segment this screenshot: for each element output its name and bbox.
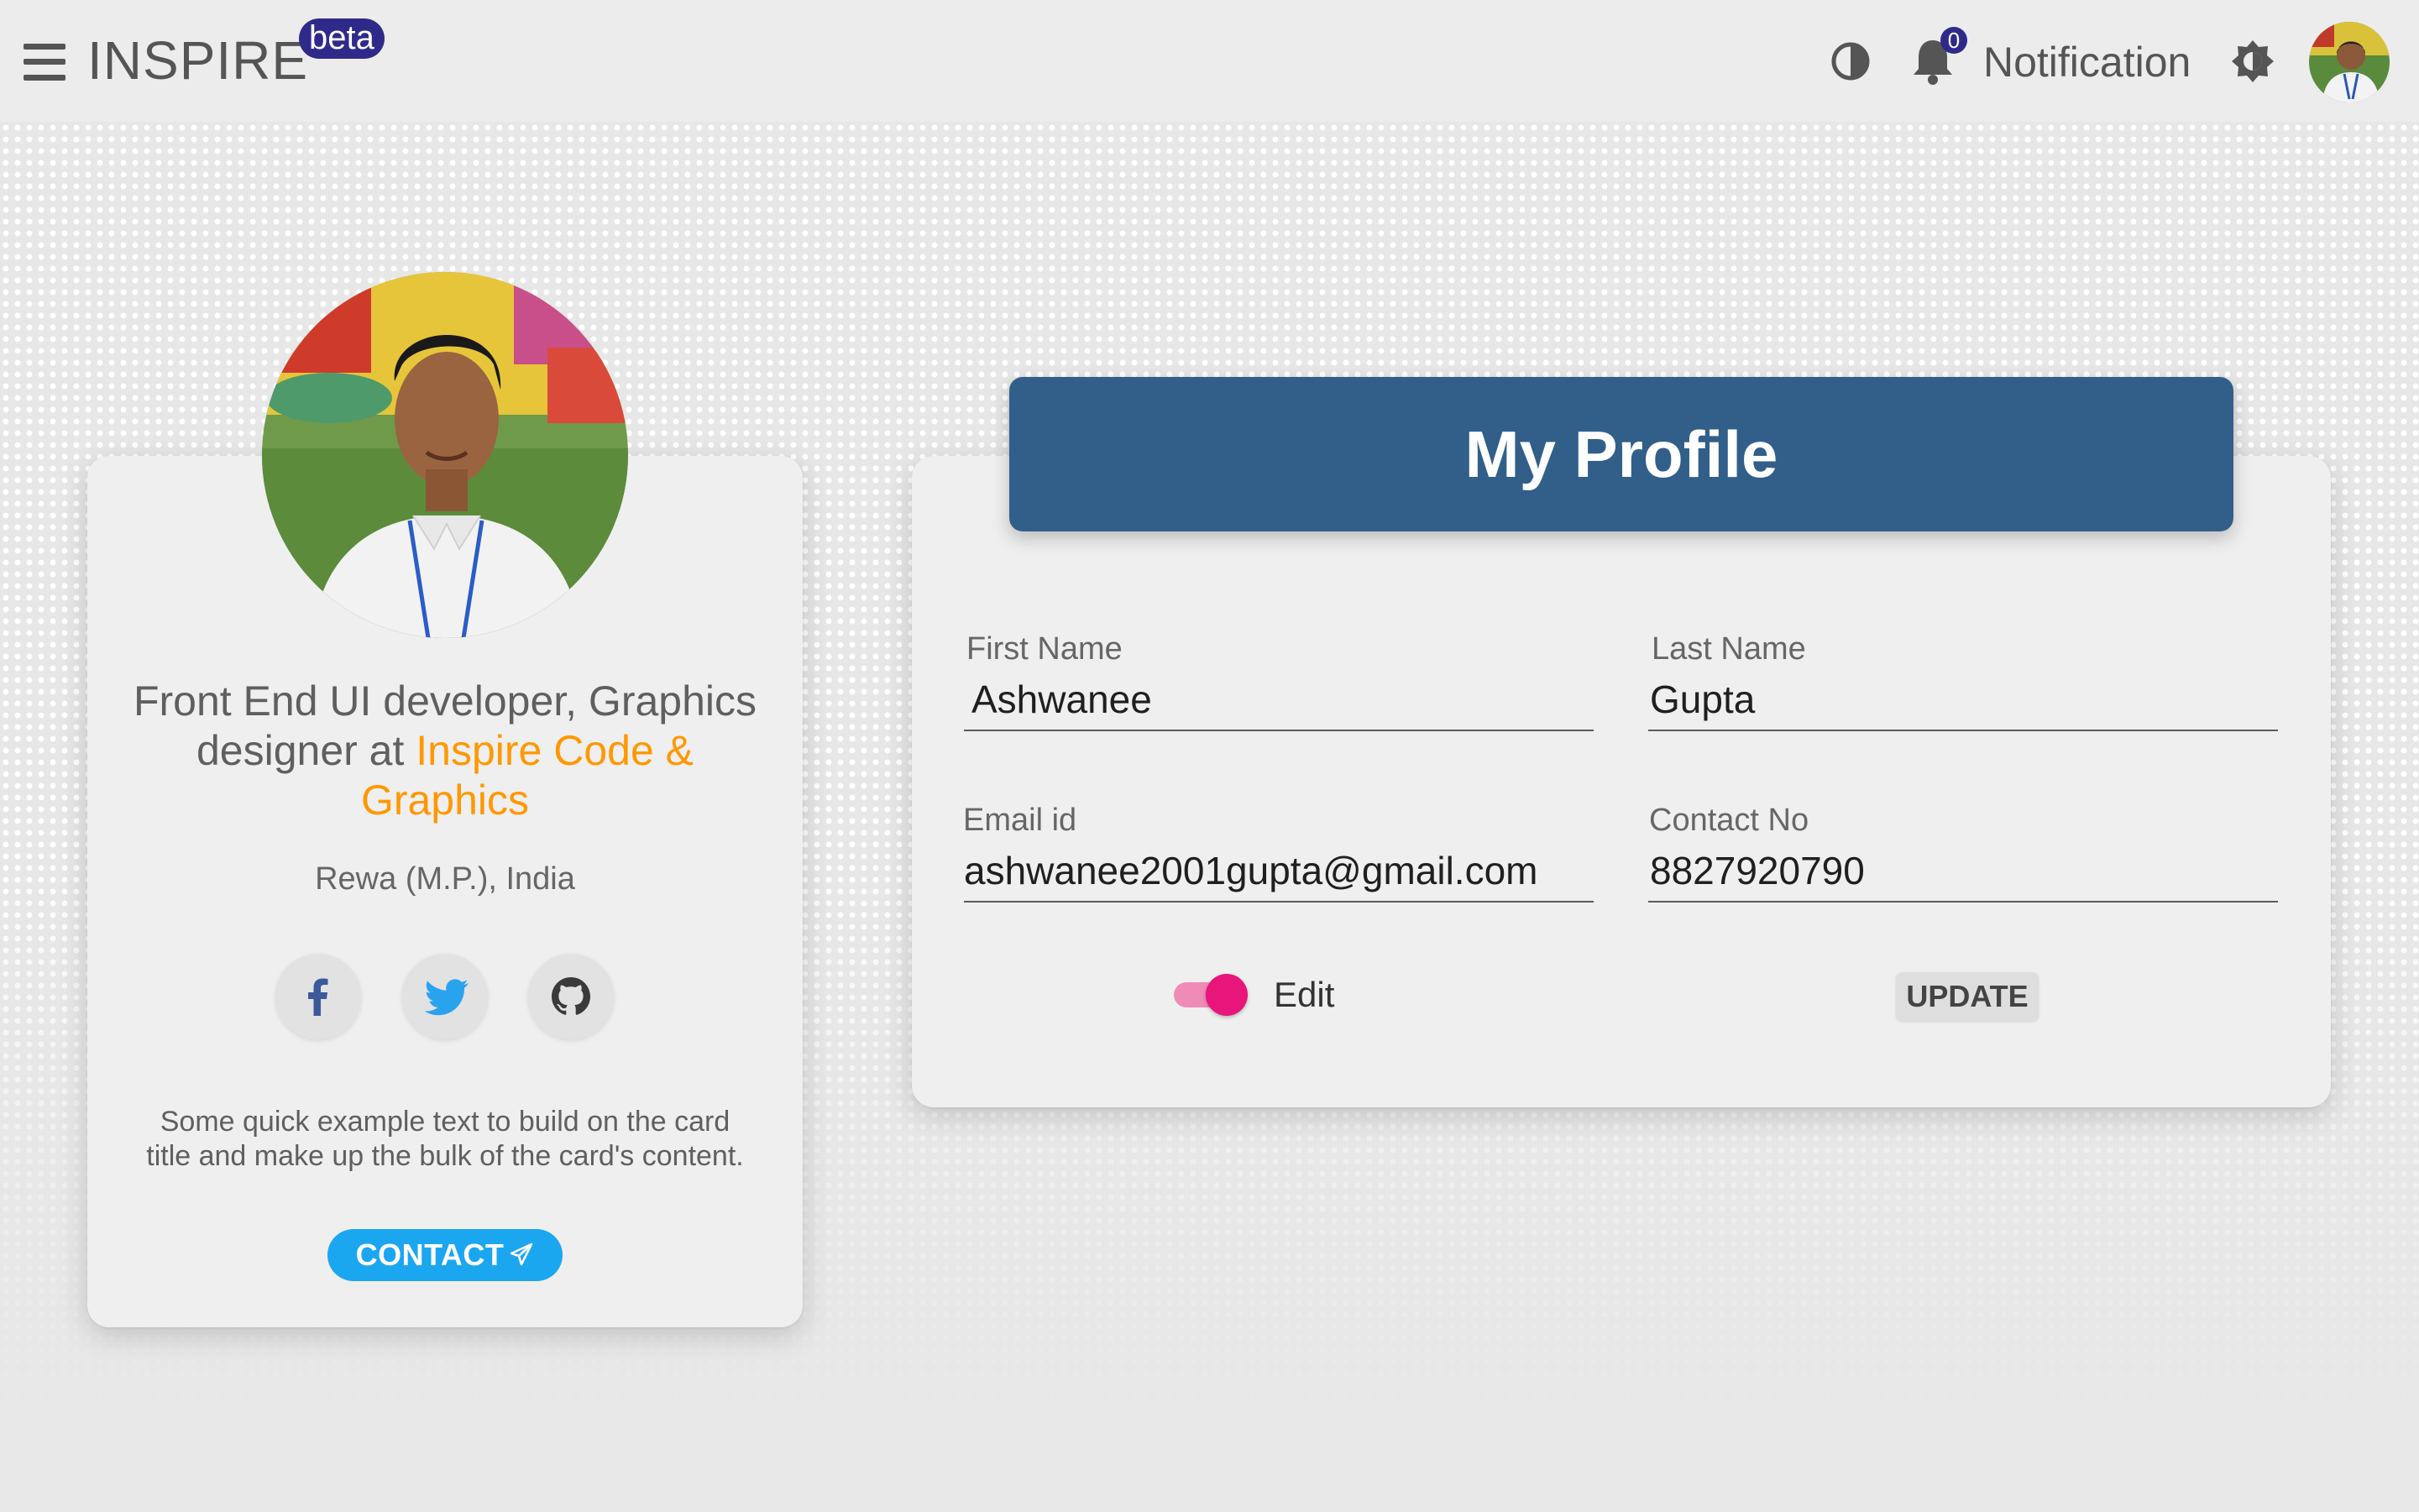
profile-bio: Front End UI developer, Graphics designe… <box>118 677 772 825</box>
facebook-button[interactable] <box>275 954 361 1039</box>
email-field[interactable]: ashwanee2001gupta@gmail.com <box>964 848 1537 893</box>
profile-form-card <box>912 456 2331 1107</box>
brand-title[interactable]: INSPIRE <box>87 30 308 91</box>
card-description: Some quick example text to build on the … <box>146 1106 744 1172</box>
profile-location: Rewa (M.P.), India <box>315 861 575 897</box>
avatar[interactable] <box>2309 22 2390 102</box>
send-icon <box>511 1243 533 1266</box>
contrast-icon[interactable] <box>1830 40 1871 82</box>
brightness-icon[interactable] <box>2230 39 2275 84</box>
first-name-field[interactable]: Ashwanee <box>971 677 1152 722</box>
notification-label[interactable]: Notification <box>1983 37 2191 87</box>
twitter-icon <box>424 979 469 1016</box>
contact-number-field[interactable]: 8827920790 <box>1650 848 1865 893</box>
beta-badge: beta <box>299 18 385 59</box>
facebook-icon <box>308 978 328 1016</box>
notification-count-badge: 0 <box>1940 27 1967 54</box>
email-label: Email id <box>963 803 1077 838</box>
last-name-underline <box>1648 730 2278 731</box>
first-name-underline <box>964 730 1594 731</box>
contact-number-underline <box>1648 901 2278 902</box>
twitter-button[interactable] <box>402 954 488 1039</box>
github-button[interactable] <box>528 954 614 1039</box>
edit-toggle-knob[interactable] <box>1206 974 1248 1016</box>
edit-toggle-label: Edit <box>1274 975 1335 1014</box>
contact-number-label: Contact No <box>1649 803 1809 838</box>
top-navbar: INSPIRE beta 0 Notification <box>0 0 2419 122</box>
contact-button-label: CONTACT <box>355 1237 505 1272</box>
last-name-label: Last Name <box>1652 631 1806 667</box>
contact-button[interactable]: CONTACT <box>327 1229 563 1281</box>
first-name-label: First Name <box>966 631 1123 667</box>
last-name-field[interactable]: Gupta <box>1650 677 1755 722</box>
email-underline <box>964 901 1594 902</box>
page-title: My Profile <box>1009 377 2233 531</box>
menu-icon[interactable] <box>24 44 65 81</box>
profile-photo <box>262 272 628 638</box>
update-button[interactable]: UPDATE <box>1896 972 2039 1021</box>
github-icon <box>552 977 590 1015</box>
